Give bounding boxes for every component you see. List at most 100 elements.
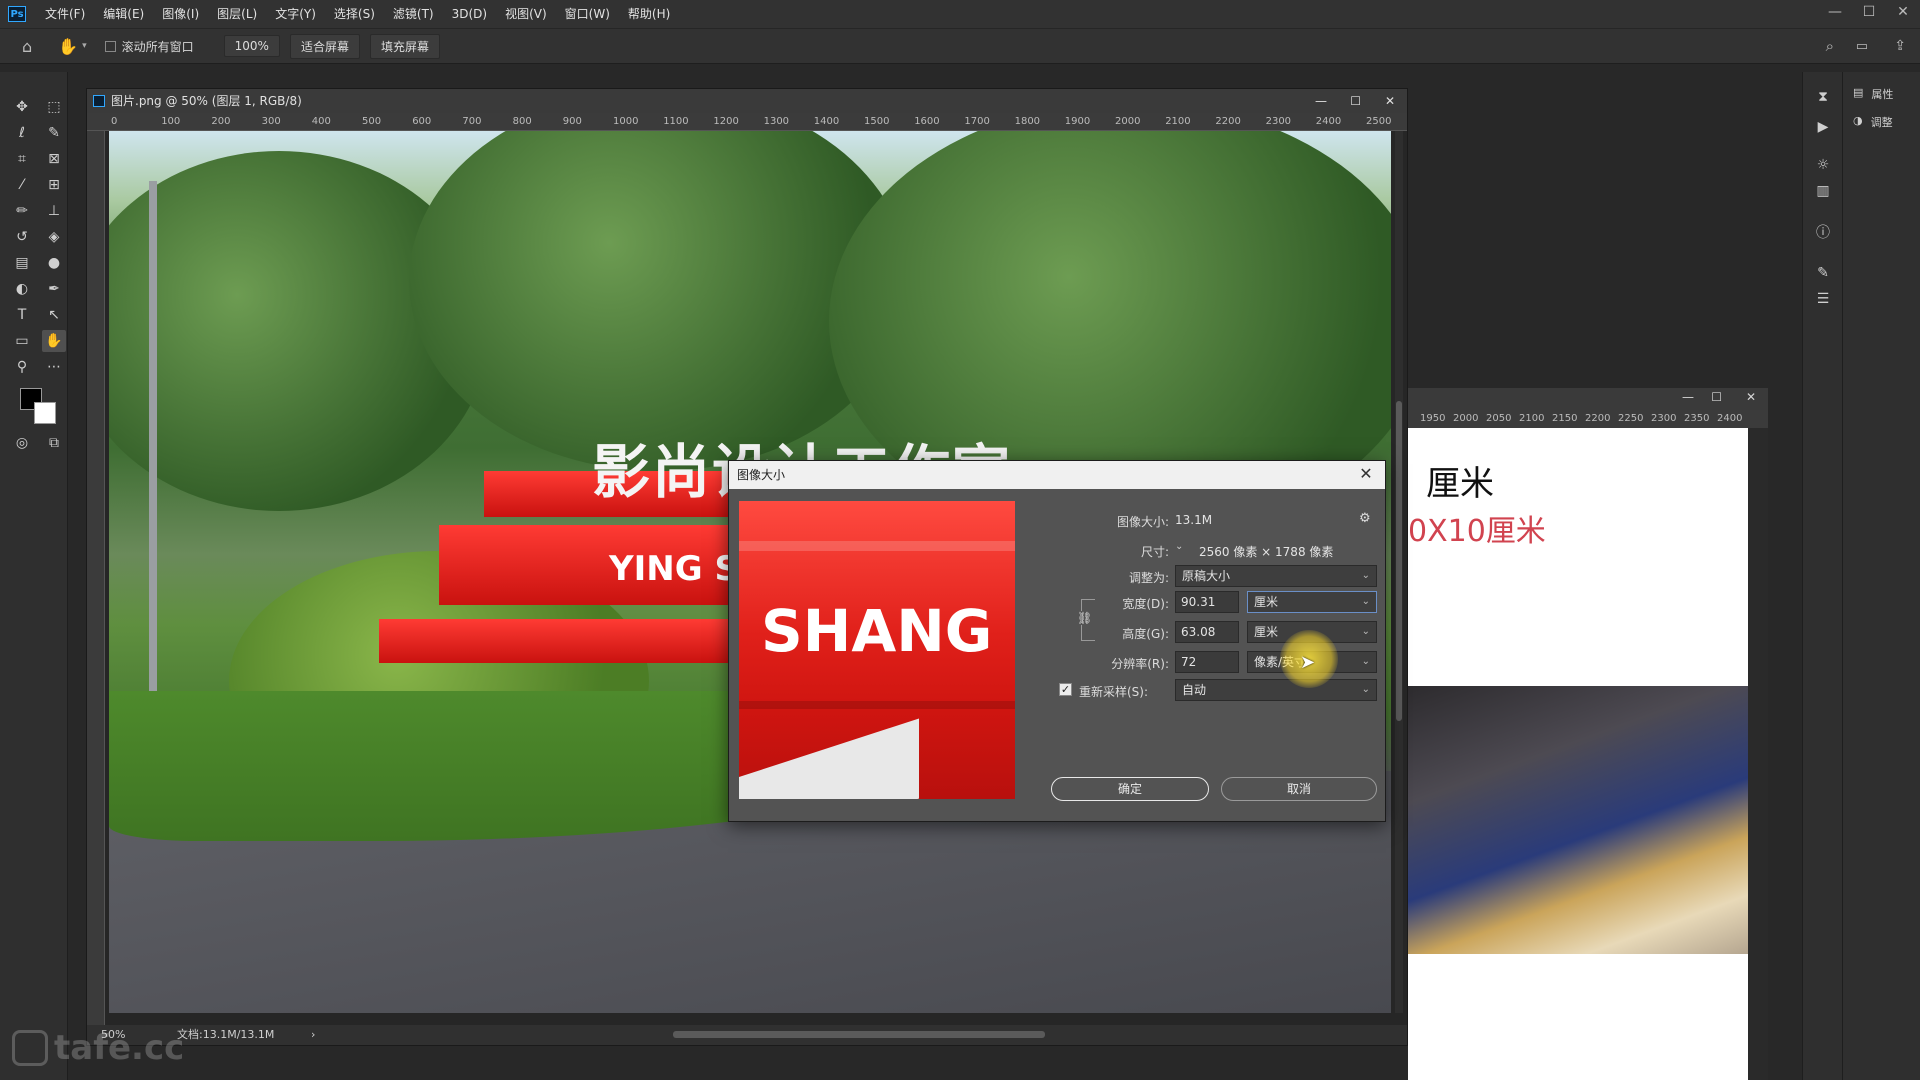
dialog-close-icon[interactable]: ✕ [1355,463,1377,485]
height-unit-value: 厘米 [1254,625,1279,639]
marquee-tool-icon[interactable]: ⬚ [42,96,66,118]
brush-settings-icon[interactable]: ✎ [1811,262,1835,284]
hand-tool-active-icon[interactable]: ✋ [42,330,66,352]
info-icon[interactable]: ⓘ [1811,222,1835,244]
doc-close-icon[interactable]: ✕ [1385,89,1395,113]
menu-item-2[interactable]: 图像(I) [153,0,208,28]
zoom-100-button[interactable]: 100% [223,35,280,57]
workspace-icon[interactable]: ▭ [1856,39,1868,54]
hand-tool-icon[interactable]: ✋ [58,37,78,56]
image-size-value: 13.1M [1175,513,1213,527]
eyedropper-tool-icon[interactable]: ⁄ [10,174,34,196]
eraser-tool-icon[interactable]: ◈ [42,226,66,248]
second-document-canvas[interactable]: 厘米 0X10厘米 [1408,428,1748,1080]
menu-item-9[interactable]: 窗口(W) [556,0,619,28]
ruler-tick: 1900 [1064,116,1091,127]
crop-tool-icon[interactable]: ⌗ [10,148,34,170]
status-doc-size: 文档:13.1M/13.1M [177,1028,275,1041]
menu-item-5[interactable]: 选择(S) [325,0,384,28]
ruler-tick: 2300 [1651,413,1677,424]
constrain-link-icon[interactable]: ⛓ [1077,611,1093,625]
options-bar: ⌂ ✋ ▾ 滚动所有窗口 100% 适合屏幕 填充屏幕 ⌕ ▭ ⇪ [0,28,1920,64]
history-panel-icon[interactable]: ⧗ [1811,86,1835,108]
width-input[interactable]: 90.31 [1175,591,1239,613]
search-icon[interactable]: ⌕ [1826,37,1834,55]
background-color-swatch[interactable] [34,402,56,424]
menu-item-0[interactable]: 文件(F) [36,0,94,28]
fit-screen-button[interactable]: 适合屏幕 [289,33,360,59]
status-arrow-icon[interactable]: › [311,1025,315,1045]
more-tools-icon[interactable]: ⋯ [42,356,66,378]
adjustments-tab[interactable]: ◑ 调整 [1853,114,1893,130]
doc2-close-icon[interactable]: ✕ [1746,390,1756,404]
fill-screen-button[interactable]: 填充屏幕 [369,33,440,59]
dimensions-chevron-icon[interactable]: ⌄ [1175,541,1183,552]
doc2-minimize-icon[interactable]: — [1682,390,1694,404]
ruler-tick: 2400 [1315,116,1342,127]
rectangle-tool-icon[interactable]: ▭ [10,330,34,352]
histogram-icon[interactable]: ▥ [1811,180,1835,202]
dialog-preview[interactable]: SHANG I [739,501,1015,799]
ruler-horizontal[interactable]: 0 100 200 300 400 500 600 700 800 900 1000 1100 1200… [87,113,1407,131]
menu-item-4[interactable]: 文字(Y) [266,0,325,28]
horizontal-scrollbar[interactable] [673,1031,1045,1038]
fit-to-select[interactable]: 原稿大小 ⌄ [1175,565,1377,587]
scroll-all-checkbox[interactable] [104,40,116,52]
photoshop-logo-icon[interactable]: Ps [8,6,26,22]
move-tool-icon[interactable]: ✥ [10,96,34,118]
close-icon[interactable]: ✕ [1886,0,1920,28]
brush-tool-icon[interactable]: ✏ [10,200,34,222]
doc-minimize-icon[interactable]: — [1315,89,1327,113]
height-input[interactable]: 63.08 [1175,621,1239,643]
resolution-input[interactable]: 72 [1175,651,1239,673]
second-document-tab[interactable]: — ☐ ✕ [1408,388,1768,410]
home-icon[interactable]: ⌂ [22,37,32,56]
menu-item-1[interactable]: 编辑(E) [94,0,153,28]
menu-item-8[interactable]: 视图(V) [496,0,556,28]
resample-checkbox[interactable]: ✓ [1059,683,1072,696]
actions-play-icon[interactable]: ▶ [1811,116,1835,138]
ruler-horizontal-doc2[interactable]: 1950 2000 2050 2100 2150 2200 2250 2300 2350 2400 [1408,410,1768,428]
lasso-tool-icon[interactable]: ℓ [10,122,34,144]
adjust-sliders-icon[interactable]: ☰ [1811,288,1835,310]
zoom-tool-icon[interactable]: ⚲ [10,356,34,378]
chevron-down-icon: ⌄ [1361,596,1370,607]
menu-item-6[interactable]: 滤镜(T) [384,0,443,28]
pen-tool-icon[interactable]: ✒ [42,278,66,300]
gradient-tool-icon[interactable]: ▤ [10,252,34,274]
menu-item-10[interactable]: 帮助(H) [619,0,679,28]
screen-mode-icon[interactable]: ⧉ [42,432,66,454]
quick-select-tool-icon[interactable]: ✎ [42,122,66,144]
settings-gear-icon[interactable]: ⚙ [1359,511,1371,526]
menu-item-3[interactable]: 图层(L) [208,0,266,28]
dodge-tool-icon[interactable]: ◐ [10,278,34,300]
ruler-tick: 2250 [1618,413,1644,424]
doc2-maximize-icon[interactable]: ☐ [1711,390,1722,404]
document-tab[interactable]: 图片.png @ 50% (图层 1, RGB/8) — ☐ ✕ [87,89,1407,113]
cancel-button[interactable]: 取消 [1221,777,1377,801]
path-select-tool-icon[interactable]: ↖ [42,304,66,326]
type-tool-icon[interactable]: T [10,304,34,326]
brightness-icon[interactable]: ☼ [1811,154,1835,176]
healing-tool-icon[interactable]: ⊞ [42,174,66,196]
vertical-scrollbar[interactable] [1395,131,1403,1013]
dialog-title-bar[interactable]: 图像大小 [729,461,1385,489]
right-panel: ▤ 属性 ◑ 调整 [1842,72,1920,1080]
maximize-icon[interactable]: ☐ [1852,0,1886,28]
ok-button[interactable]: 确定 [1051,777,1209,801]
chevron-down-icon[interactable]: ▾ [82,41,87,51]
share-icon[interactable]: ⇪ [1894,38,1906,54]
width-unit-select[interactable]: 厘米 ⌄ [1247,591,1377,613]
minimize-icon[interactable]: — [1818,0,1852,28]
menu-item-7[interactable]: 3D(D) [443,0,496,28]
ruler-vertical[interactable] [87,131,105,1031]
status-bar: 50% 文档:13.1M/13.1M › [87,1025,1407,1045]
blur-tool-icon[interactable]: ● [42,252,66,274]
doc-maximize-icon[interactable]: ☐ [1350,89,1361,113]
history-brush-tool-icon[interactable]: ↺ [10,226,34,248]
stamp-tool-icon[interactable]: ⊥ [42,200,66,222]
quick-mask-icon[interactable]: ◎ [10,432,34,454]
frame-tool-icon[interactable]: ⊠ [42,148,66,170]
properties-tab[interactable]: ▤ 属性 [1853,86,1893,102]
resample-select[interactable]: 自动 ⌄ [1175,679,1377,701]
